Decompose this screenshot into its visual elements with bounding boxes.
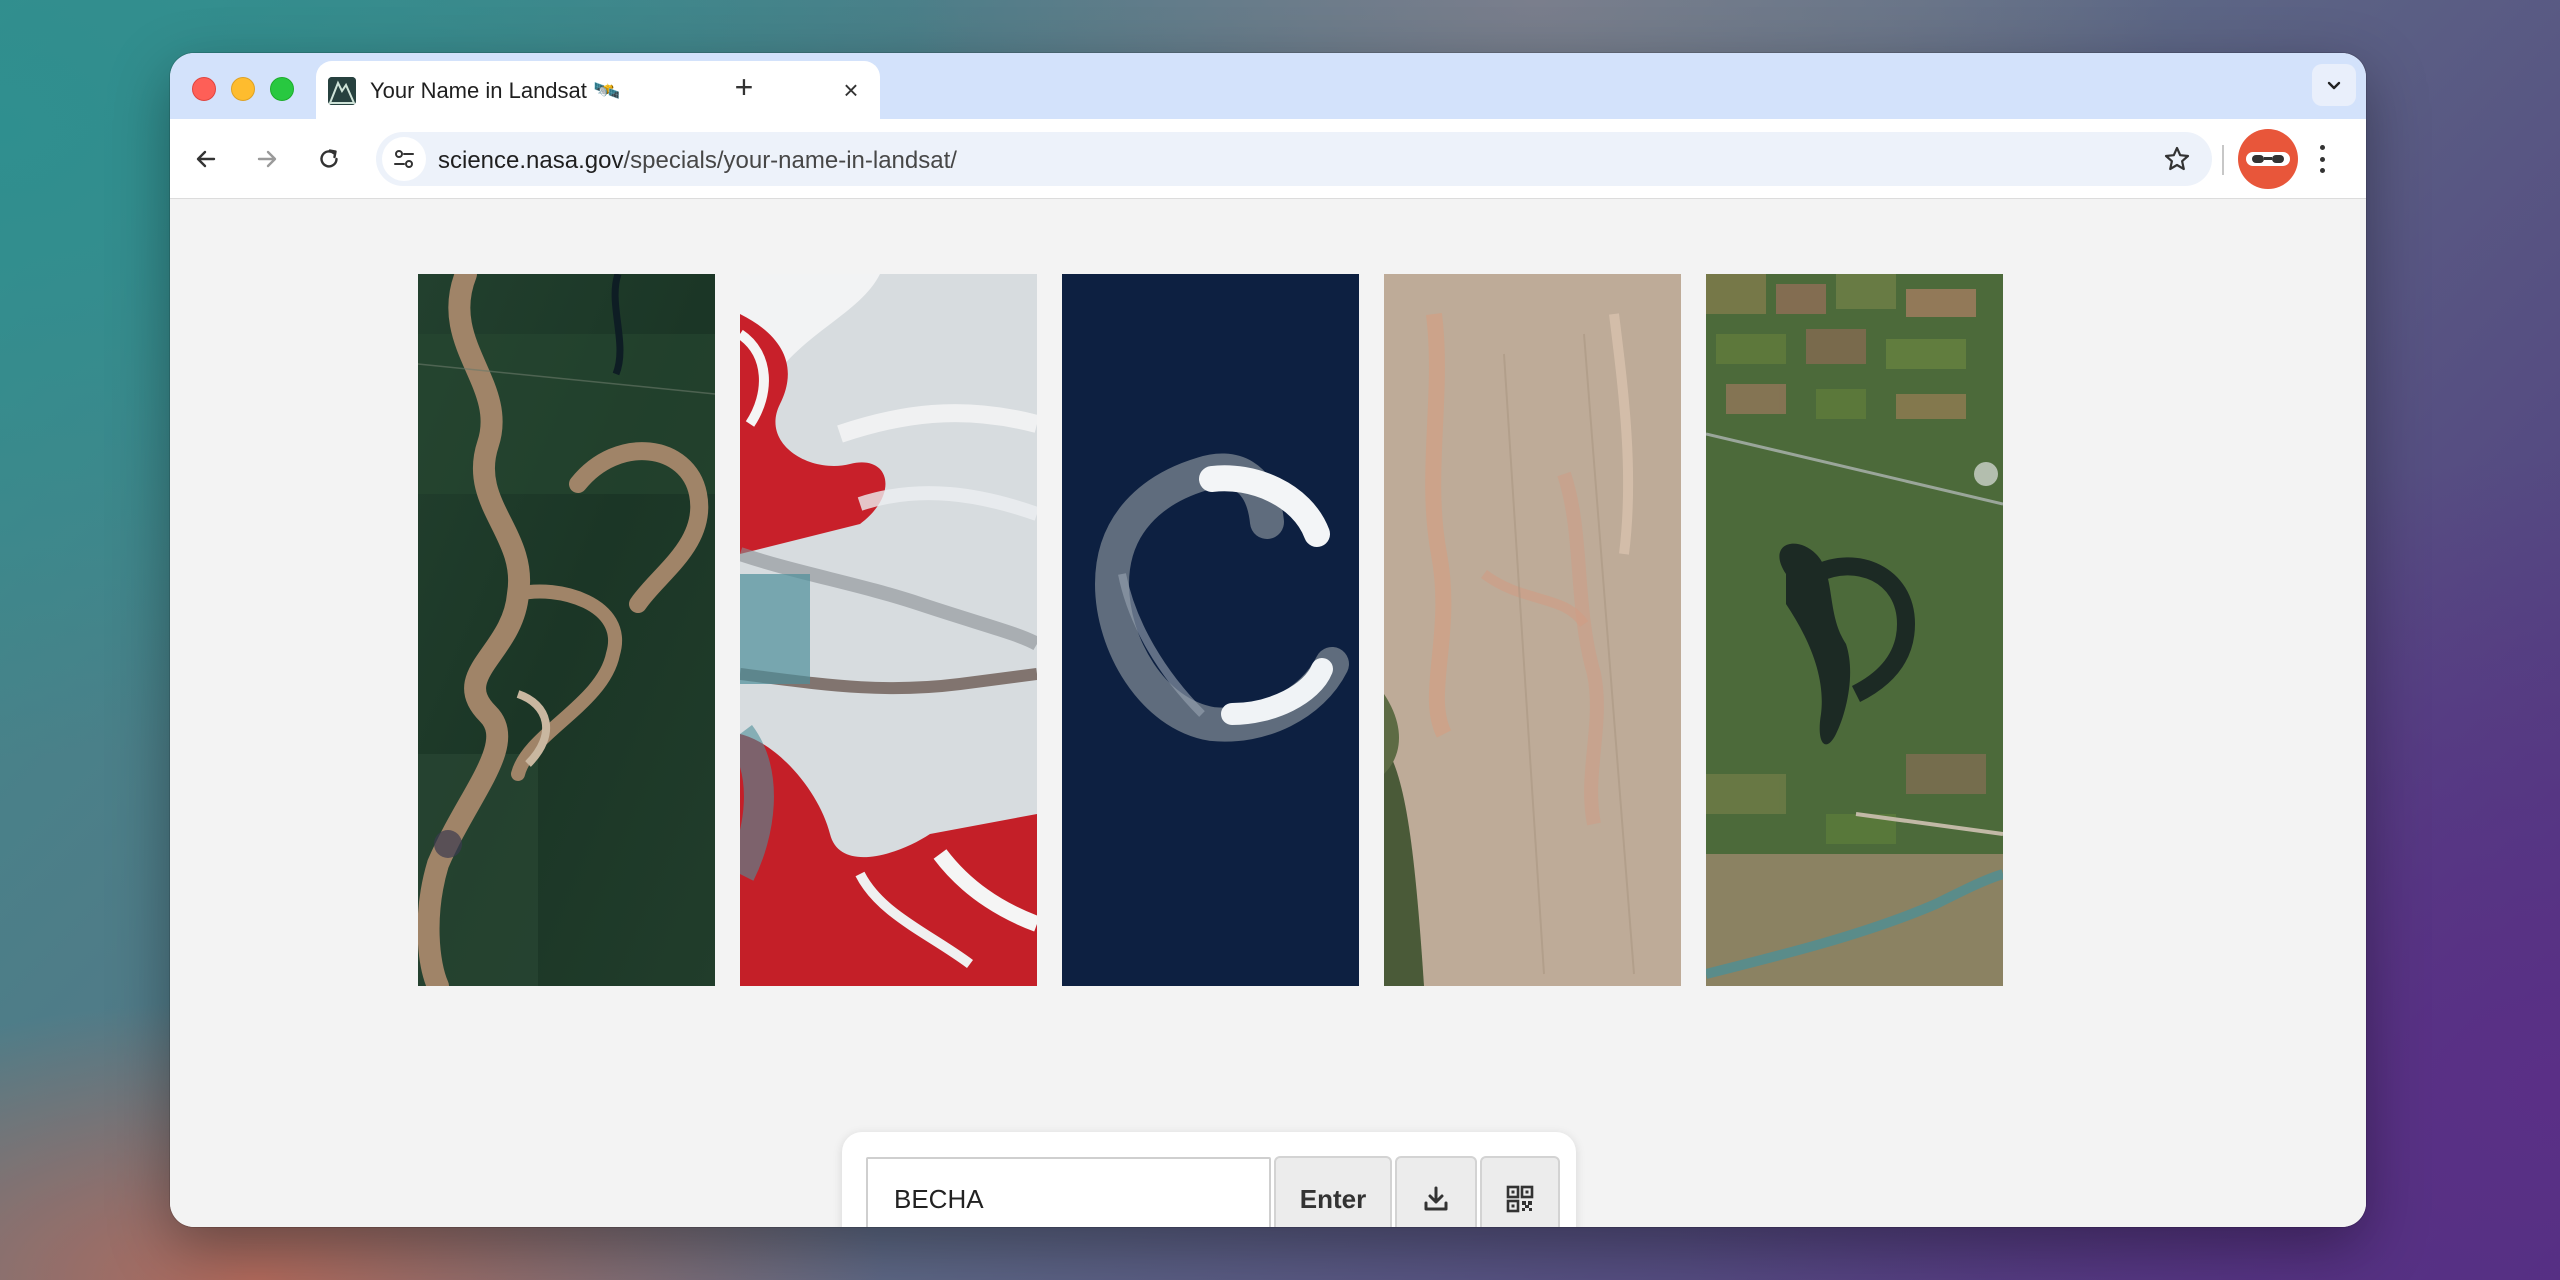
browser-window: Your Name in Landsat 🛰️ × + science.nasa… — [170, 53, 2366, 1227]
tab-title: Your Name in Landsat 🛰️ — [370, 78, 621, 103]
letter-a-image — [1706, 274, 2003, 986]
download-icon — [1424, 1186, 1448, 1211]
back-button[interactable] — [186, 139, 226, 179]
arrow-right-icon — [257, 150, 277, 168]
url-domain: science.nasa.gov — [438, 147, 624, 174]
letter-h-image — [1384, 274, 1681, 986]
incognito-glasses-icon — [2246, 152, 2290, 166]
forward-button[interactable] — [247, 139, 287, 179]
landsat-favicon-icon — [328, 77, 356, 105]
browser-menu-icon[interactable] — [2312, 141, 2332, 177]
chevron-down-icon — [2327, 81, 2341, 90]
close-window-button[interactable] — [192, 77, 216, 101]
new-tab-button[interactable]: + — [726, 69, 762, 105]
url-path: /specials/your-name-in-landsat/ — [623, 147, 957, 174]
landsat-letters — [418, 274, 2008, 986]
tab-close-icon[interactable]: × — [836, 75, 866, 105]
enter-button[interactable]: Enter — [1274, 1156, 1392, 1227]
site-settings-icon[interactable] — [382, 137, 426, 181]
minimize-window-button[interactable] — [231, 77, 255, 101]
url-text[interactable]: science.nasa.gov/specials/your-name-in-l… — [438, 147, 957, 175]
letter-c-image — [1062, 274, 1359, 986]
address-bar[interactable]: science.nasa.gov/specials/your-name-in-l… — [376, 132, 2212, 186]
toolbar-divider — [2222, 145, 2224, 175]
name-input[interactable] — [866, 1157, 1271, 1227]
qr-code-button[interactable] — [1480, 1156, 1560, 1227]
browser-toolbar: science.nasa.gov/specials/your-name-in-l… — [170, 119, 2366, 199]
bookmark-star-icon[interactable] — [2162, 144, 2192, 174]
tab-your-name-in-landsat[interactable]: Your Name in Landsat 🛰️ × — [316, 61, 880, 119]
qr-code-icon — [1506, 1185, 1534, 1213]
page-content: Enter — [170, 199, 2366, 1227]
name-entry-bar: Enter — [842, 1132, 1576, 1227]
arrow-left-icon — [196, 150, 216, 168]
letter-b-image — [418, 274, 715, 986]
tab-strip: Your Name in Landsat 🛰️ × + — [170, 53, 2366, 119]
letter-e-image — [740, 274, 1037, 986]
tab-search-button[interactable] — [2312, 64, 2356, 106]
maximize-window-button[interactable] — [270, 77, 294, 101]
reload-button[interactable] — [309, 139, 349, 179]
download-button[interactable] — [1395, 1156, 1477, 1227]
reload-icon — [320, 149, 338, 168]
profile-avatar-button[interactable] — [2238, 129, 2298, 189]
